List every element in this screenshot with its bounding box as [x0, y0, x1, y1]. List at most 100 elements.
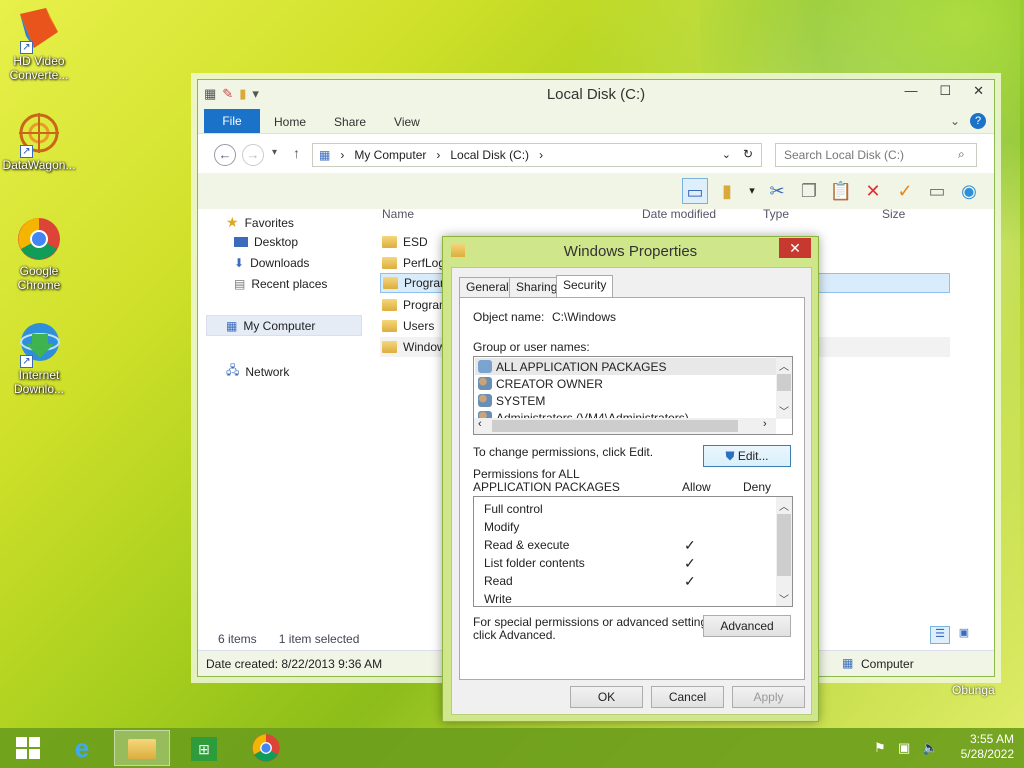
nav-recent-places[interactable]: ▤ Recent places	[234, 277, 327, 291]
shortcut-arrow-icon: ↗	[20, 355, 33, 368]
tab-general[interactable]: General	[459, 277, 516, 297]
permissions-list[interactable]: Full control Modify Read & execute ✓ List…	[473, 496, 793, 607]
breadcrumb-local-disk[interactable]: Local Disk (C:)	[450, 148, 529, 162]
tab-share[interactable]: Share	[320, 109, 380, 133]
properties-icon[interactable]: ▭	[924, 178, 950, 204]
clock[interactable]: 3:55 AM 5/28/2022	[961, 732, 1014, 762]
taskbar-file-explorer[interactable]	[114, 730, 170, 766]
permission-name: Write	[484, 592, 512, 606]
apply-button[interactable]: Apply	[732, 686, 805, 708]
chevron-down-icon[interactable]: ﹀	[776, 591, 792, 606]
scroll-thumb[interactable]	[492, 420, 738, 432]
taskbar-internet-explorer[interactable]: e	[54, 730, 110, 766]
nav-downloads[interactable]: ⬇ Downloads	[234, 256, 309, 270]
back-icon[interactable]: ←	[214, 144, 236, 166]
nav-label: Downloads	[250, 256, 310, 270]
desktop-icon-label: DataWagon...	[2, 158, 76, 172]
ok-button[interactable]: OK	[570, 686, 643, 708]
scroll-thumb[interactable]	[777, 374, 791, 391]
folder-icon	[382, 257, 397, 269]
search-input[interactable]: Search Local Disk (C:)	[775, 143, 977, 167]
tab-view[interactable]: View	[380, 109, 434, 133]
breadcrumb-my-computer[interactable]: My Computer	[354, 148, 426, 162]
expand-ribbon-icon[interactable]: ⌄	[950, 114, 960, 128]
move-to-icon[interactable]: ▮	[714, 178, 740, 204]
users-icon	[478, 394, 492, 407]
close-button[interactable]: ✕	[779, 238, 811, 258]
list-item[interactable]: ALL APPLICATION PACKAGES	[478, 358, 667, 375]
chevron-up-icon[interactable]: ︿	[776, 358, 792, 373]
desktop-icon-google-chrome[interactable]: Google Chrome	[0, 216, 78, 292]
datawagon-icon: ↗	[16, 110, 62, 158]
permissions-vscroll[interactable]: ︿ ﹀	[776, 497, 792, 606]
permission-row: Write	[484, 590, 784, 606]
address-bar[interactable]: ▦ › My Computer › Local Disk (C:) › ⌄ ↻	[312, 143, 762, 167]
search-icon[interactable]: ⌕	[958, 147, 965, 162]
computer-icon: ▦	[842, 656, 854, 670]
nav-desktop[interactable]: Desktop	[234, 235, 298, 249]
close-icon[interactable]: ✕	[973, 83, 984, 99]
edit-button[interactable]: ⛊ Edit...	[703, 445, 791, 467]
recent-locations-icon[interactable]: ▾	[272, 147, 277, 158]
scroll-thumb[interactable]	[777, 514, 791, 576]
chevron-up-icon[interactable]: ︿	[776, 498, 792, 513]
group-list[interactable]: ALL APPLICATION PACKAGES CREATOR OWNER S…	[473, 356, 793, 435]
taskbar-chrome[interactable]	[238, 730, 294, 766]
chevron-down-icon[interactable]: ﹀	[776, 403, 792, 418]
cancel-button[interactable]: Cancel	[651, 686, 724, 708]
shortcut-arrow-icon: ↗	[20, 145, 33, 158]
start-button[interactable]	[0, 730, 56, 766]
column-date-modified[interactable]: Date modified	[642, 207, 716, 221]
tab-security[interactable]: Security	[556, 275, 614, 298]
group-list-vscroll[interactable]: ︿ ﹀	[776, 357, 792, 419]
column-size[interactable]: Size	[882, 207, 905, 221]
view-switcher: ☰ ▣	[930, 626, 974, 644]
folder-icon	[382, 299, 397, 311]
nav-favorites[interactable]: ★ Favorites	[226, 214, 294, 231]
explorer-titlebar[interactable]: ▦ ✎ ▮ ▾ Local Disk (C:) — ☐ ✕	[198, 80, 994, 109]
file-name: Window	[403, 340, 446, 354]
list-item[interactable]: CREATOR OWNER	[478, 375, 603, 392]
chevron-down-icon[interactable]: ▾	[746, 178, 758, 204]
column-name[interactable]: Name	[382, 207, 414, 221]
tab-file[interactable]: File	[204, 109, 260, 133]
desktop-icon-internet-download-manager[interactable]: ↗ Internet Downlo...	[0, 320, 78, 396]
copy-icon[interactable]: ❐	[796, 178, 822, 204]
taskbar-store[interactable]: ⊞	[176, 730, 232, 766]
globe-icon[interactable]: ◉	[956, 178, 982, 204]
up-icon[interactable]: ↑	[293, 145, 300, 161]
delete-icon[interactable]: ✕	[860, 178, 886, 204]
group-list-hscroll[interactable]: ‹ ›	[474, 418, 776, 434]
chevron-right-icon[interactable]: ›	[763, 418, 767, 430]
nav-my-computer[interactable]: ▦ My Computer	[226, 319, 315, 333]
help-icon[interactable]: ?	[970, 113, 986, 129]
paste-icon[interactable]: 📋	[828, 178, 854, 204]
action-center-flag-icon[interactable]: ⚑	[874, 740, 886, 756]
window-title: Local Disk (C:)	[546, 86, 646, 103]
cut-icon[interactable]: ✂	[764, 178, 790, 204]
chevron-down-icon[interactable]: ⌄	[722, 148, 731, 161]
advanced-button[interactable]: Advanced	[703, 615, 791, 637]
forward-icon[interactable]: →	[242, 144, 264, 166]
chevron-left-icon[interactable]: ‹	[478, 418, 482, 430]
column-type[interactable]: Type	[763, 207, 789, 221]
users-icon	[478, 377, 492, 390]
location-label: Computer	[861, 657, 914, 671]
shield-icon: ⛊	[725, 449, 735, 463]
preview-pane-icon[interactable]: ▭	[682, 178, 708, 204]
details-view-icon[interactable]: ☰	[930, 626, 950, 644]
nav-network[interactable]: 🖧 Network	[226, 361, 289, 382]
internet-explorer-icon: e	[74, 733, 90, 763]
tab-home[interactable]: Home	[260, 109, 320, 133]
list-item[interactable]: SYSTEM	[478, 392, 545, 409]
network-icon[interactable]: ▣	[898, 740, 910, 756]
minimize-icon[interactable]: —	[904, 83, 917, 99]
rename-icon[interactable]: ✓	[892, 178, 918, 204]
permission-row: Read & execute ✓	[484, 536, 784, 554]
maximize-icon[interactable]: ☐	[939, 83, 951, 99]
volume-muted-icon[interactable]: 🔈	[922, 740, 938, 756]
desktop-icon-datawagon[interactable]: ↗ DataWagon...	[0, 110, 78, 172]
large-icons-view-icon[interactable]: ▣	[954, 626, 974, 644]
desktop-icon-hd-video-converter[interactable]: ↗ HD Video Converte...	[0, 6, 78, 82]
refresh-icon[interactable]: ↻	[743, 147, 753, 161]
